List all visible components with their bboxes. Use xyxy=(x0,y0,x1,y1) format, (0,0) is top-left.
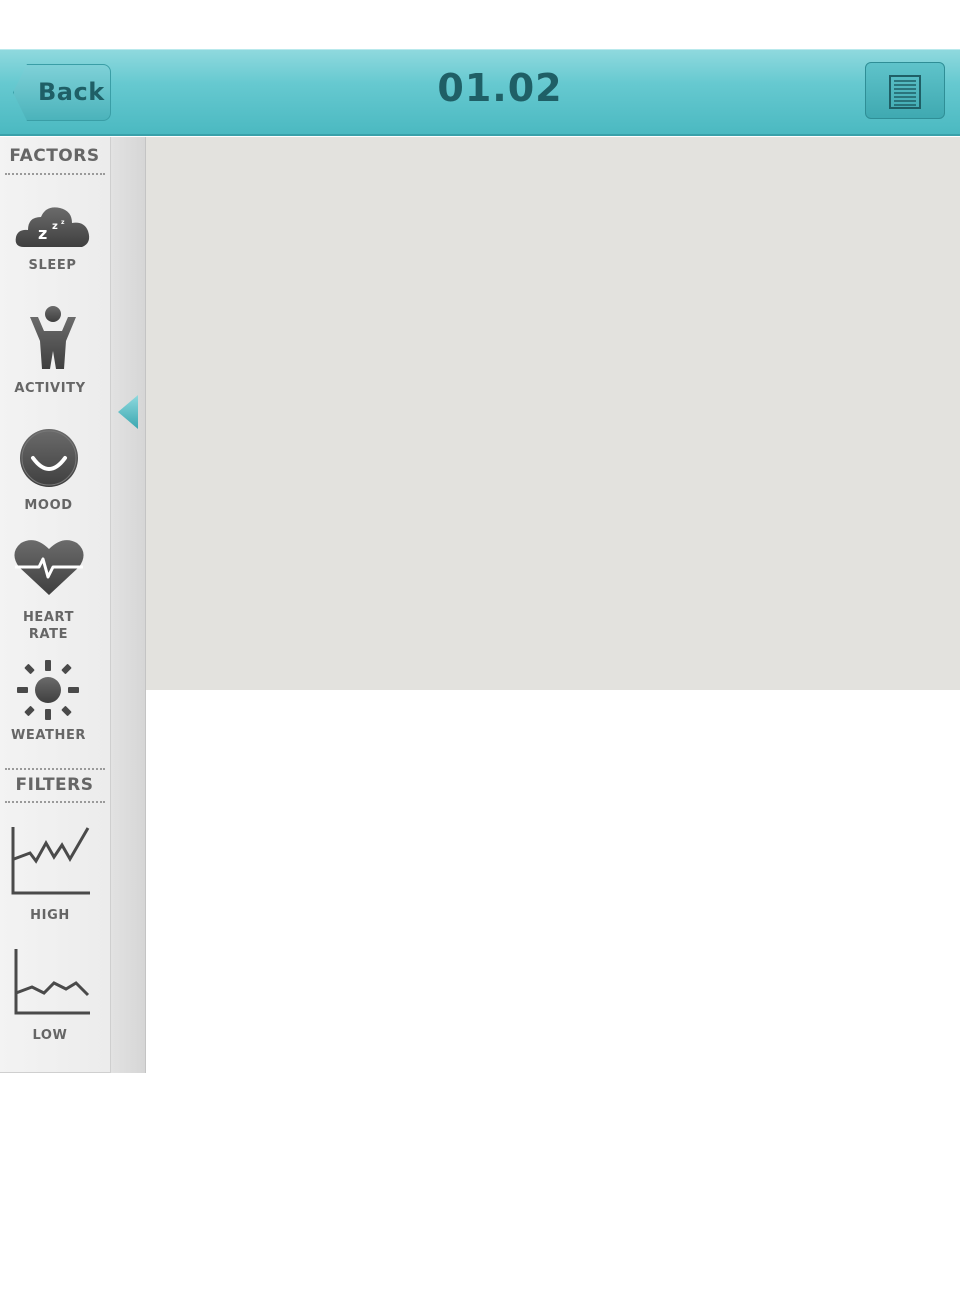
svg-text:z: z xyxy=(52,221,58,232)
list-view-button[interactable] xyxy=(865,62,945,119)
factor-mood[interactable]: MOOD xyxy=(0,428,105,514)
factor-label: MOOD xyxy=(24,498,73,513)
high-chart-icon xyxy=(11,827,90,895)
low-chart-icon xyxy=(14,949,90,1015)
filter-high[interactable]: HIGH xyxy=(0,825,105,924)
filter-low[interactable]: LOW xyxy=(0,947,105,1044)
divider xyxy=(5,768,105,770)
list-icon xyxy=(889,75,921,109)
filter-label: HIGH xyxy=(30,908,70,923)
factors-heading: FACTORS xyxy=(9,146,100,166)
factor-label: SLEEP xyxy=(28,258,77,273)
filters-heading: FILTERS xyxy=(15,775,94,795)
sleep-cloud-icon: z z z xyxy=(15,207,89,247)
filter-label: LOW xyxy=(32,1028,68,1043)
heart-rate-icon xyxy=(14,540,84,595)
header-bar: Back 01.02 xyxy=(0,49,960,136)
factor-label: HEART RATE xyxy=(22,610,75,642)
factor-heart-rate[interactable]: HEART RATE xyxy=(0,539,105,643)
factor-sleep[interactable]: z z z SLEEP xyxy=(0,203,105,274)
back-button-label: Back xyxy=(38,78,105,106)
divider xyxy=(5,801,105,803)
sidebar-collapse-handle[interactable] xyxy=(111,137,146,1073)
collapse-arrow-icon xyxy=(118,395,138,429)
factor-label: ACTIVITY xyxy=(14,381,86,396)
page-title: 01.02 xyxy=(437,66,563,110)
svg-text:z: z xyxy=(61,219,65,226)
sun-icon xyxy=(17,660,79,720)
svg-text:z: z xyxy=(38,224,47,243)
factor-weather[interactable]: WEATHER xyxy=(0,660,105,744)
factor-activity[interactable]: ACTIVITY xyxy=(0,305,105,397)
content-panel xyxy=(146,137,960,690)
back-button[interactable]: Back xyxy=(13,64,111,121)
activity-person-icon xyxy=(29,306,76,369)
factor-label: WEATHER xyxy=(10,728,87,743)
mood-smiley-icon xyxy=(20,429,78,487)
factors-sidebar: FACTORS z z z SLEEP ACTIVITY MOOD HEART … xyxy=(0,137,111,1073)
divider xyxy=(5,173,105,175)
